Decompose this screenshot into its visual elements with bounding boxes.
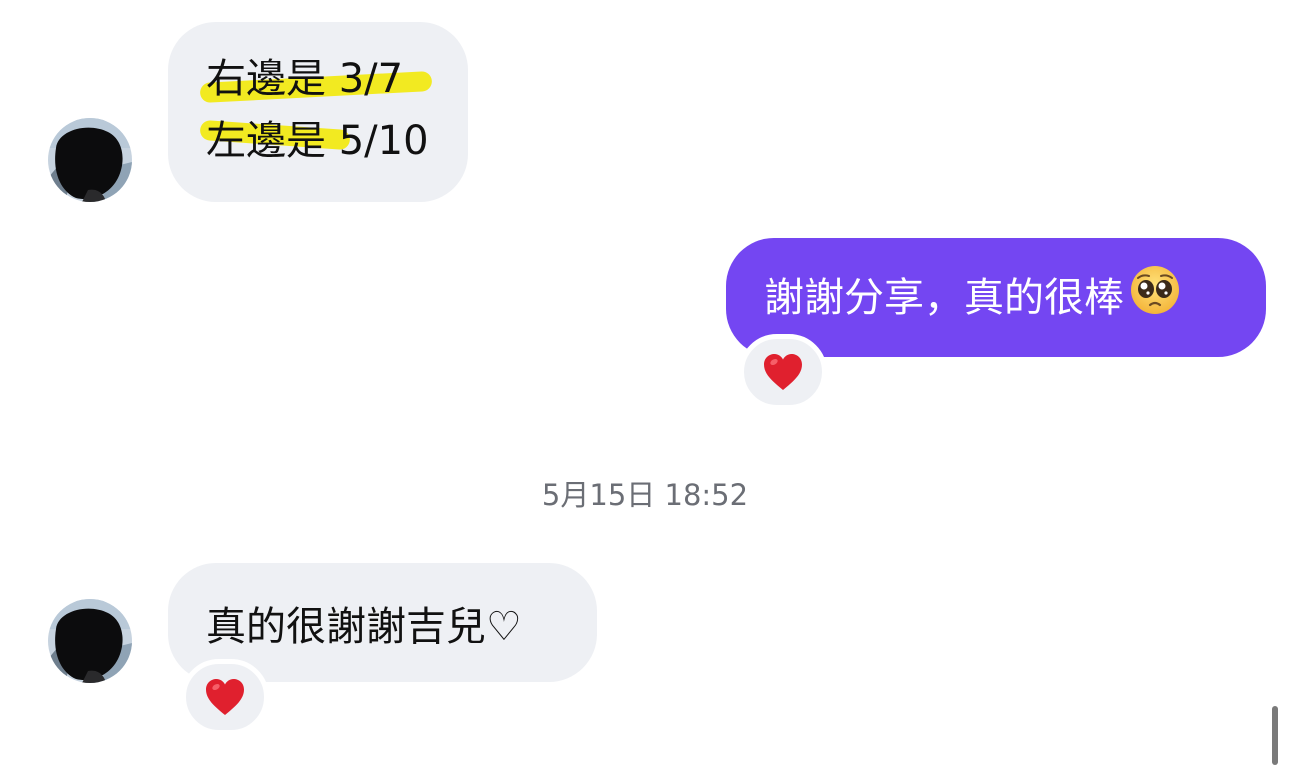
red-heart-icon [206,679,244,715]
heart-reaction[interactable] [739,334,827,410]
message-text: 真的很謝謝吉兒♡ [206,603,522,650]
incoming-message-bubble[interactable]: 右邊是 3/7 左邊是 5/10 [168,22,468,202]
obscured-avatar-icon [48,118,132,202]
message-line: 右邊是 3/7 [199,55,433,104]
sender-avatar[interactable] [48,118,132,202]
message-text: 右邊是 3/7 [206,56,404,102]
message-timestamp: 5月15日 18:52 [541,478,749,512]
pleading-face-emoji [1128,263,1182,327]
message-text: 謝謝分享，真的很棒 [764,274,1124,321]
scrollbar-thumb[interactable] [1272,706,1278,765]
sender-avatar[interactable] [48,599,132,683]
heart-reaction[interactable] [181,659,269,735]
message-text: 左邊是 5/10 [206,118,429,164]
red-heart-icon [764,354,802,390]
message-line: 左邊是 5/10 [199,117,429,165]
obscured-avatar-icon [48,599,132,683]
